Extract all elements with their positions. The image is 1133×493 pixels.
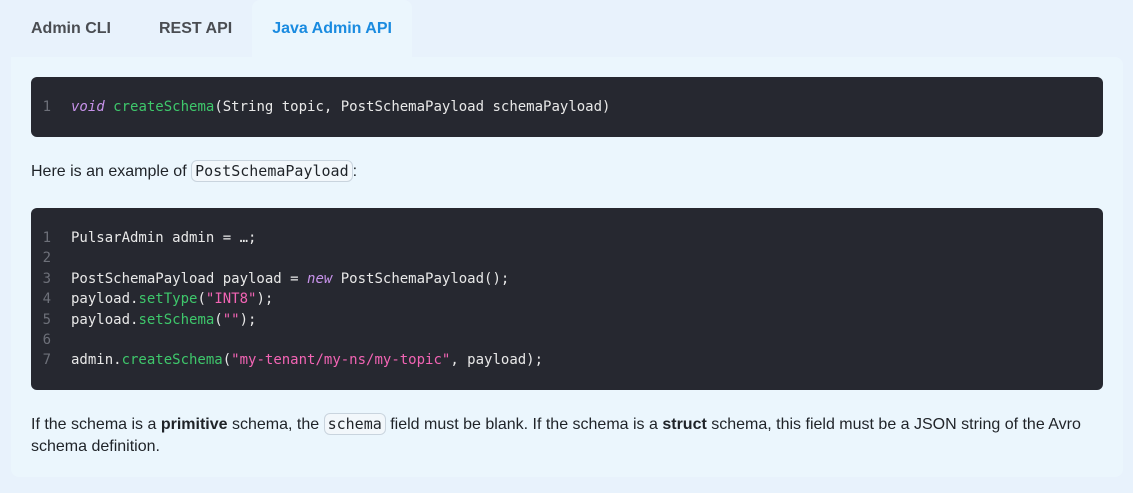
code-text: payload.setType("INT8"); (71, 291, 274, 308)
tab-java-admin-api[interactable]: Java Admin API (252, 0, 412, 57)
code-line: 7 admin.createSchema("my-tenant/my-ns/my… (31, 350, 1103, 370)
code-text: PulsarAdmin admin = …; (71, 230, 257, 246)
inline-code: PostSchemaPayload (191, 160, 353, 182)
code-text: PostSchemaPayload payload = new PostSche… (71, 270, 510, 287)
code-line: 1 PulsarAdmin admin = …; (31, 228, 1103, 248)
line-number: 5 (42, 311, 51, 328)
code-line: 6 (31, 330, 1103, 350)
tab-admin-cli[interactable]: Admin CLI (11, 0, 131, 57)
code-text: admin.createSchema("my-tenant/my-ns/my-t… (71, 352, 544, 369)
example-code-block: 1 PulsarAdmin admin = …; 2 3 PostSchemaP… (31, 208, 1103, 390)
line-number: 6 (42, 331, 51, 348)
tab-bar: Admin CLI REST API Java Admin API (11, 0, 412, 57)
line-number: 7 (42, 352, 51, 369)
inline-code: schema (323, 413, 386, 435)
signature-code-block: 1 void createSchema(String topic, PostSc… (31, 77, 1103, 137)
line-number: 1 (42, 230, 51, 246)
code-line: 4 payload.setType("INT8"); (31, 289, 1103, 309)
intro-paragraph: Here is an example of PostSchemaPayload: (31, 160, 358, 182)
line-number: 4 (42, 291, 51, 308)
code-line: 2 (31, 248, 1103, 268)
line-number: 1 (42, 99, 51, 115)
line-number: 3 (42, 270, 51, 287)
code-line: 3 PostSchemaPayload payload = new PostSc… (31, 269, 1103, 289)
tab-rest-api[interactable]: REST API (131, 0, 252, 57)
line-number: 2 (42, 250, 51, 267)
code-text: void createSchema(String topic, PostSche… (71, 99, 611, 115)
code-line: 1 void createSchema(String topic, PostSc… (31, 97, 1103, 117)
tab-panel: 1 void createSchema(String topic, PostSc… (11, 57, 1123, 477)
code-text: payload.setSchema(""); (71, 311, 257, 328)
code-line: 5 payload.setSchema(""); (31, 310, 1103, 330)
note-paragraph: If the schema is a primitive schema, the… (31, 413, 1081, 455)
